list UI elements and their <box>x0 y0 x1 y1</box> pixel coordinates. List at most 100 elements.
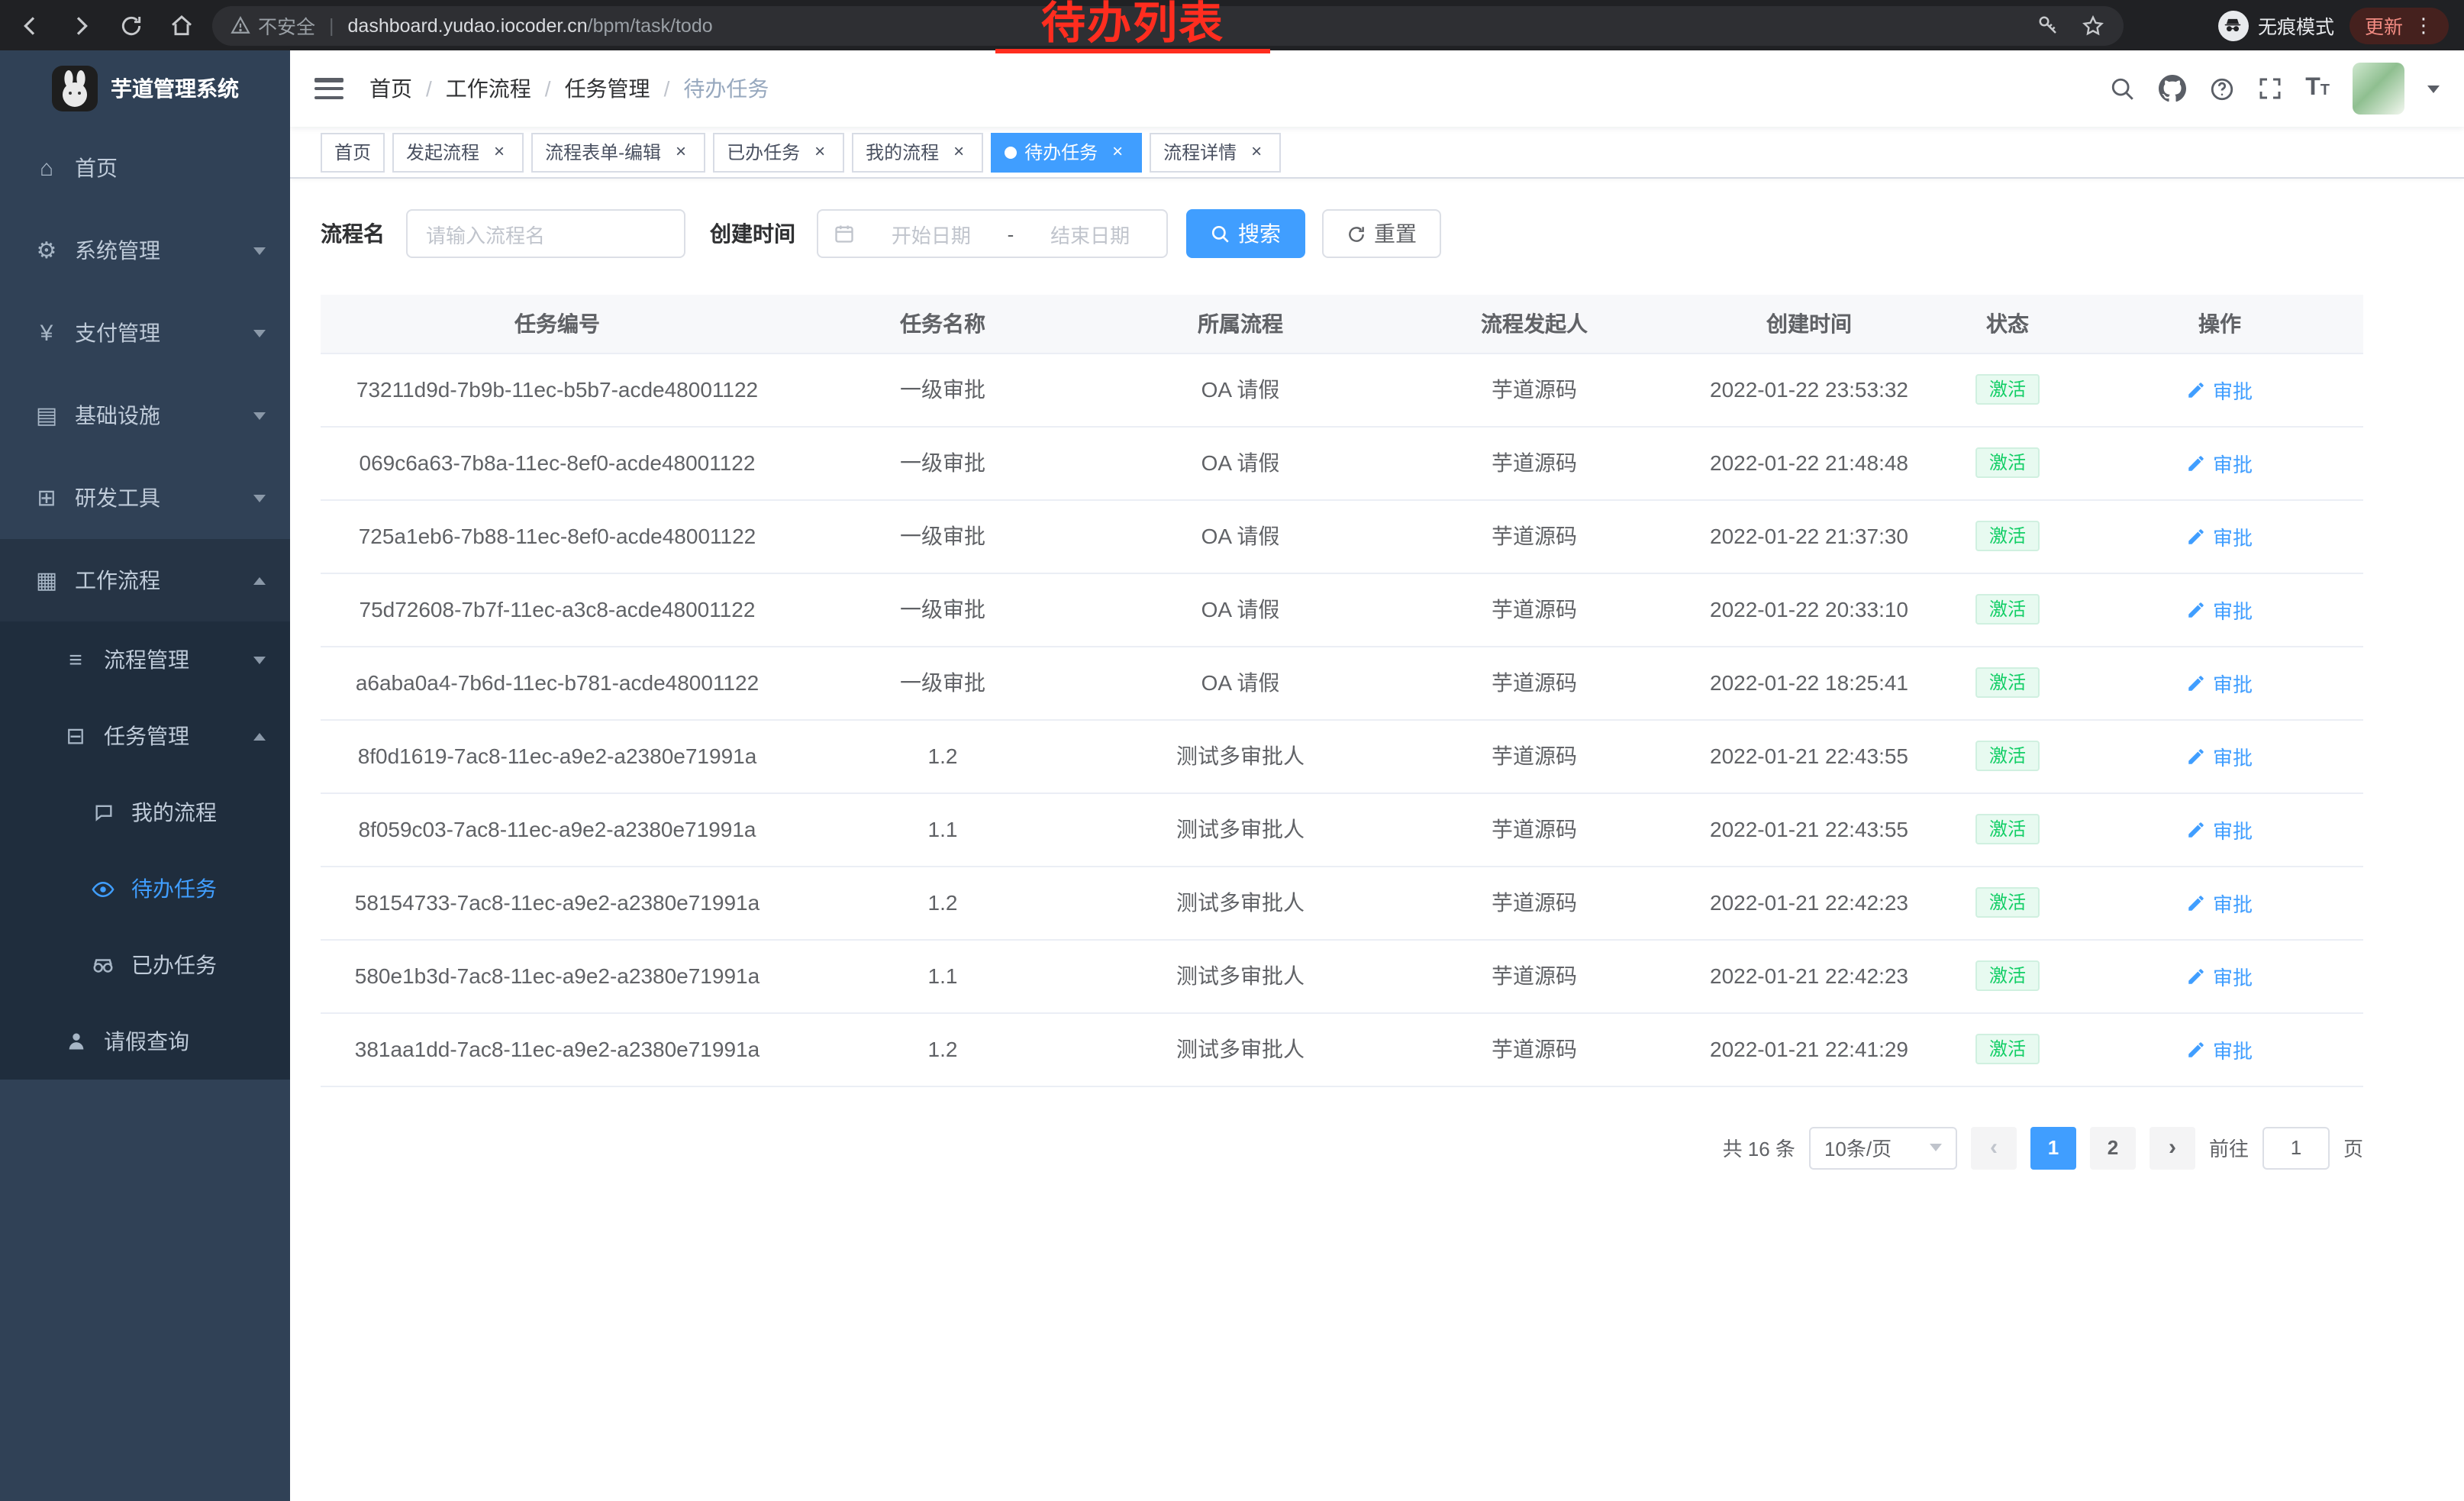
goto-label: 前往 <box>2209 1133 2249 1162</box>
tab-close-icon[interactable] <box>1246 141 1267 163</box>
sidebar-item-process-mgmt[interactable]: ≡ 流程管理 <box>0 621 290 698</box>
approve-link[interactable]: 审批 <box>2187 815 2253 844</box>
sidebar-item-home[interactable]: ⌂ 首页 <box>0 127 290 209</box>
created-time: 2022-01-22 18:25:41 <box>1710 670 1908 695</box>
tab-0[interactable]: 首页 <box>321 132 385 172</box>
task-id: 75d72608-7b7f-11ec-a3c8-acde48001122 <box>360 597 756 621</box>
search-button[interactable]: 搜索 <box>1186 209 1305 258</box>
tab-close-icon[interactable] <box>809 141 830 163</box>
status-badge: 激活 <box>1975 374 2040 405</box>
sidebar-item-task-mgmt[interactable]: ⊟ 任务管理 <box>0 698 290 774</box>
person-icon <box>63 1031 89 1052</box>
created-time: 2022-01-22 20:33:10 <box>1710 597 1908 621</box>
approve-link[interactable]: 审批 <box>2187 521 2253 550</box>
goto-page-input[interactable]: 1 <box>2262 1126 2330 1169</box>
approve-link[interactable]: 审批 <box>2187 741 2253 770</box>
date-range-picker[interactable]: 开始日期 - 结束日期 <box>817 209 1168 258</box>
approve-link[interactable]: 审批 <box>2187 375 2253 404</box>
workflow-submenu: ≡ 流程管理 ⊟ 任务管理 我的流程 <box>0 621 290 1080</box>
font-size-icon[interactable]: TT <box>2305 76 2330 101</box>
back-icon[interactable] <box>15 10 46 40</box>
hamburger-icon[interactable] <box>314 78 343 99</box>
logo-image <box>51 66 97 111</box>
tab-5[interactable]: 待办任务 <box>991 132 1142 172</box>
avatar-dropdown-caret <box>2427 85 2440 92</box>
prev-page-button[interactable] <box>1971 1126 2017 1169</box>
dashboard-icon: ⌂ <box>34 155 60 181</box>
table-row: 8f0d1619-7ac8-11ec-a9e2-a2380e71991a 1.2… <box>321 719 2363 792</box>
search-icon[interactable] <box>2110 76 2136 102</box>
task-name: 1.1 <box>928 817 958 841</box>
process-name-label: 流程名 <box>321 218 385 249</box>
next-page-button[interactable] <box>2150 1126 2195 1169</box>
tab-2[interactable]: 流程表单-编辑 <box>531 132 705 172</box>
start-date-input[interactable]: 开始日期 <box>870 219 992 248</box>
approve-link[interactable]: 审批 <box>2187 668 2253 697</box>
password-key-icon[interactable] <box>2037 14 2059 37</box>
process-name: 测试多审批人 <box>1176 817 1305 841</box>
approve-link[interactable]: 审批 <box>2187 888 2253 917</box>
pagination: 共 16 条 10条/页 1 2 前往 1 页 <box>321 1126 2363 1169</box>
task-id: 58154733-7ac8-11ec-a9e2-a2380e71991a <box>355 890 760 915</box>
page-button-2[interactable]: 2 <box>2090 1126 2136 1169</box>
browser-update-button[interactable]: 更新 ⋮ <box>2350 7 2449 44</box>
bookmark-star-icon[interactable] <box>2081 13 2105 37</box>
sidebar-item-system[interactable]: ⚙ 系统管理 <box>0 209 290 292</box>
table-body: 73211d9d-7b9b-11ec-b5b7-acde48001122 一级审… <box>321 353 2363 1086</box>
create-time-label: 创建时间 <box>710 218 795 249</box>
table-row: 725a1eb6-7b88-11ec-8ef0-acde48001122 一级审… <box>321 499 2363 573</box>
sidebar-item-devtools[interactable]: ⊞ 研发工具 <box>0 457 290 539</box>
col-status: 状态 <box>1939 295 2076 353</box>
process-name: 测试多审批人 <box>1176 890 1305 915</box>
tab-4[interactable]: 我的流程 <box>852 132 983 172</box>
chevron-up-icon <box>253 732 266 740</box>
tags-view: 首页 发起流程 流程表单-编辑 已办任务 我的流程 待办任务 流程详情 <box>290 127 2464 179</box>
app-title: 芋道管理系统 <box>111 73 239 104</box>
initiator: 芋道源码 <box>1492 524 1577 548</box>
sidebar-item-leave-query[interactable]: 请假查询 <box>0 1003 290 1080</box>
approve-link[interactable]: 审批 <box>2187 961 2253 990</box>
sidebar-item-my-process[interactable]: 我的流程 <box>0 774 290 851</box>
process-name: OA 请假 <box>1201 670 1280 695</box>
table-row: 75d72608-7b7f-11ec-a3c8-acde48001122 一级审… <box>321 573 2363 646</box>
approve-link[interactable]: 审批 <box>2187 448 2253 477</box>
fullscreen-icon[interactable] <box>2258 76 2282 101</box>
sidebar-item-infra[interactable]: ▤ 基础设施 <box>0 374 290 457</box>
approve-link[interactable]: 审批 <box>2187 1035 2253 1064</box>
approve-link[interactable]: 审批 <box>2187 595 2253 624</box>
end-date-input[interactable]: 结束日期 <box>1029 219 1151 248</box>
task-id: 725a1eb6-7b88-11ec-8ef0-acde48001122 <box>359 524 756 548</box>
forward-icon[interactable] <box>66 10 96 40</box>
page-size-select[interactable]: 10条/页 <box>1809 1126 1957 1169</box>
sidebar-item-workflow[interactable]: ▦ 工作流程 <box>0 539 290 621</box>
annotation-overlay-title: 待办列表 <box>995 2 1270 53</box>
breadcrumb-home[interactable]: 首页 <box>369 73 412 104</box>
edit-icon <box>2187 673 2207 692</box>
tab-1[interactable]: 发起流程 <box>392 132 524 172</box>
tab-6[interactable]: 流程详情 <box>1150 132 1281 172</box>
breadcrumb-current: 待办任务 <box>683 73 769 104</box>
sidebar-menu: ⌂ 首页 ⚙ 系统管理 ¥ 支付管理 ▤ 基础设施 ⊞ 研发工具 <box>0 127 290 1080</box>
avatar[interactable] <box>2353 63 2404 115</box>
home-icon[interactable] <box>166 10 197 40</box>
sidebar-item-todo-task[interactable]: 待办任务 <box>0 851 290 927</box>
task-name: 1.2 <box>928 1037 958 1061</box>
sidebar-item-payment[interactable]: ¥ 支付管理 <box>0 292 290 374</box>
application-window: 不安全 | dashboard.yudao.iocoder.cn/bpm/tas… <box>0 0 2464 1501</box>
tab-3[interactable]: 已办任务 <box>713 132 844 172</box>
reset-button[interactable]: 重置 <box>1322 209 1441 258</box>
help-icon[interactable] <box>2209 76 2235 102</box>
task-id: 73211d9d-7b9b-11ec-b5b7-acde48001122 <box>356 377 758 402</box>
reload-icon[interactable] <box>116 10 147 40</box>
tab-close-icon[interactable] <box>489 141 510 163</box>
tab-close-icon[interactable] <box>670 141 692 163</box>
process-name-input[interactable]: 请输入流程名 <box>406 209 685 258</box>
tab-close-icon[interactable] <box>1107 141 1128 163</box>
sidebar-item-done-task[interactable]: 已办任务 <box>0 927 290 1003</box>
incognito-indicator: 无痕模式 <box>2218 10 2334 40</box>
github-icon[interactable] <box>2159 75 2186 102</box>
browser-menu-icon[interactable]: ⋮ <box>2414 13 2433 37</box>
col-created: 创建时间 <box>1679 295 1939 353</box>
tab-close-icon[interactable] <box>948 141 969 163</box>
page-button-1[interactable]: 1 <box>2030 1126 2076 1169</box>
